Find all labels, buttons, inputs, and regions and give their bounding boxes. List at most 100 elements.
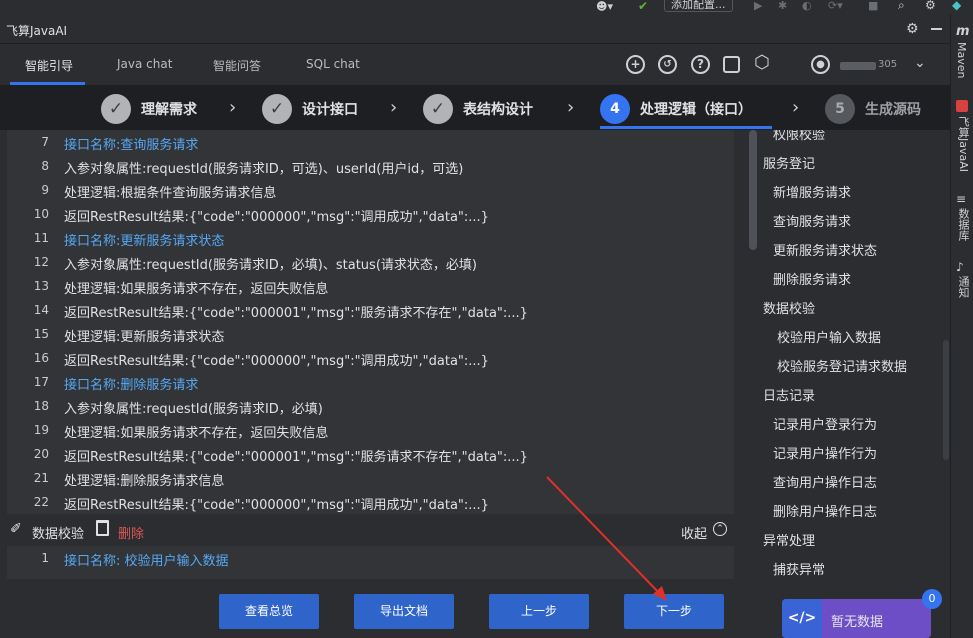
history-icon[interactable]: ↺ [658, 55, 677, 74]
outline-item[interactable]: 查询用户操作日志 [773, 472, 877, 491]
interface-name-line: 接口名称:删除服务请求 [64, 378, 199, 393]
view-overview-button[interactable]: 查看总览 [219, 594, 319, 629]
tab-smart-qa[interactable]: 智能问答 [213, 57, 261, 74]
collapse-link[interactable]: 收起 [681, 523, 707, 542]
line-number: 17 [33, 375, 49, 389]
outline-group[interactable]: 服务登记 [763, 153, 815, 172]
code-line[interactable]: 7 接口名称:查询服务请求 [7, 130, 734, 154]
run-icon[interactable]: ▶ [754, 0, 762, 12]
outline-group[interactable]: 数据校验 [763, 298, 815, 317]
tab-sql-chat[interactable]: SQL chat [306, 57, 360, 71]
maven-icon[interactable]: m [956, 24, 970, 39]
tab-java-chat[interactable]: Java chat [117, 57, 172, 71]
debug-icon[interactable]: ✱ [778, 0, 787, 12]
username-suffix: 305 [878, 59, 898, 70]
help-icon[interactable]: ? [691, 55, 710, 74]
step-1-label[interactable]: 理解需求 [141, 99, 197, 119]
run-config-dropdown[interactable]: 添加配置... [664, 0, 733, 12]
notification-tool-tab[interactable]: 通知 [955, 276, 971, 298]
active-tab-indicator [10, 82, 85, 85]
code-line[interactable]: 13 处理逻辑:如果服务请求不存在，返回失败信息 [7, 274, 734, 298]
data-validate-link[interactable]: 数据校验 [32, 523, 84, 542]
code-line[interactable]: 16 返回RestResult结果:{"code":"000000","msg":… [7, 346, 734, 370]
code-line[interactable]: 12 入参对象属性:requestId(服务请求ID，必填)、status(请求状… [7, 250, 734, 274]
code-line[interactable]: 18 入参对象属性:requestId(服务请求ID，必填) [7, 394, 734, 418]
no-data-widget[interactable]: </> 暂无数据 [782, 599, 931, 638]
export-document-button[interactable]: 导出文档 [354, 594, 454, 629]
step-1-check-icon: ✓ [101, 94, 131, 124]
chevron-right-icon: › [229, 97, 237, 118]
search-icon[interactable]: ⌕ [898, 0, 905, 13]
window-title: 飞算JavaAI [6, 24, 68, 38]
collapse-up-icon[interactable]: ⌃ [713, 522, 727, 536]
outline-item[interactable]: 记录用户操作行为 [773, 443, 877, 462]
tab-smart-guide[interactable]: 智能引导 [25, 57, 73, 74]
step-2-label[interactable]: 设计接口 [302, 99, 358, 119]
more-run-icon[interactable]: ⟳▾ [828, 0, 843, 12]
line-number: 12 [33, 255, 49, 269]
interface-name-line: 接口名称: 校验用户输入数据 [64, 554, 229, 569]
code-icon: </> [782, 599, 822, 638]
outline-item[interactable]: 记录用户登录行为 [773, 414, 877, 433]
outline-item[interactable]: 校验用户输入数据 [777, 327, 881, 346]
outline-item[interactable]: 删除用户操作日志 [773, 501, 877, 520]
code-line[interactable]: 8 入参对象属性:requestId(服务请求ID，可选)、userId(用户id… [7, 154, 734, 178]
code-line[interactable]: 15 处理逻辑:更新服务请求状态 [7, 322, 734, 346]
chevron-down-icon[interactable]: ⌄ [914, 55, 926, 71]
stop-icon[interactable]: ■ [868, 0, 878, 12]
gear-icon[interactable]: ⚙ [906, 21, 919, 37]
code-line[interactable]: 17 接口名称:删除服务请求 [7, 370, 734, 394]
tabs-bar: 智能引导 Java chat 智能问答 SQL chat + ↺ ? ⬡ ● 3… [0, 44, 950, 86]
code-text: 处理逻辑:如果服务请求不存在，返回失败信息 [64, 282, 329, 297]
sidebar-scrollbar[interactable] [749, 130, 757, 250]
outline-item[interactable]: 权限校验 [773, 130, 825, 143]
line-number: 22 [33, 495, 49, 509]
outline-group[interactable]: 异常处理 [763, 530, 815, 549]
edit-icon[interactable] [723, 56, 740, 73]
code-line[interactable]: 10 返回RestResult结果:{"code":"000000","msg":… [7, 202, 734, 226]
outline-group[interactable]: 日志记录 [763, 385, 815, 404]
outline-item[interactable]: 校验服务登记请求数据 [777, 356, 907, 375]
coverage-icon[interactable]: ◐ [802, 0, 812, 12]
chevron-right-icon: › [792, 97, 800, 118]
maven-tool-tab[interactable]: Maven [955, 42, 968, 78]
minimize-icon[interactable] [931, 28, 942, 30]
code-text: 返回RestResult结果:{"code":"000000","msg":"调… [64, 354, 489, 369]
panel-scrollbar[interactable] [943, 340, 949, 460]
delete-link[interactable]: 删除 [118, 523, 144, 542]
right-tool-strip: m Maven 飞算JavaAI ≡ 数据库 ♪ 通知 [950, 14, 973, 638]
step-2-check-icon: ✓ [262, 94, 292, 124]
chevron-right-icon: › [567, 97, 575, 118]
outline-item[interactable]: 新增服务请求 [773, 182, 851, 201]
code-text: 入参对象属性:requestId(服务请求ID，可选)、userId(用户id，… [64, 162, 464, 177]
plugin-icon[interactable]: ◆ [952, 0, 961, 12]
avatar[interactable]: ● [811, 55, 830, 74]
step-4-label[interactable]: 处理逻辑（接口） [640, 99, 752, 119]
database-tool-tab[interactable]: 数据库 [955, 208, 971, 241]
add-icon[interactable]: + [626, 55, 645, 74]
code-text: 处理逻辑:如果服务请求不存在，返回失败信息 [64, 426, 329, 441]
code-line[interactable]: 14 返回RestResult结果:{"code":"000001","msg":… [7, 298, 734, 322]
outline-item[interactable]: 更新服务请求状态 [773, 240, 877, 259]
javaai-tool-tab[interactable]: 飞算JavaAI [955, 116, 971, 172]
outline-item[interactable]: 捕获异常 [773, 559, 825, 578]
outline-item[interactable]: 查询服务请求 [773, 211, 851, 230]
code-line[interactable]: 20 返回RestResult结果:{"code":"000001","msg":… [7, 442, 734, 466]
line-number: 15 [33, 327, 49, 341]
user-menu-icon[interactable]: ☻▾ [596, 0, 613, 13]
step-5-label[interactable]: 生成源码 [865, 99, 921, 119]
settings-icon[interactable]: ⚙ [925, 0, 936, 12]
code-text: 返回RestResult结果:{"code":"000000","msg":"调… [64, 498, 489, 513]
hexagon-settings-icon[interactable]: ⬡ [754, 52, 770, 73]
code-line[interactable]: 19 处理逻辑:如果服务请求不存在，返回失败信息 [7, 418, 734, 442]
hammer-icon[interactable]: ✔ [638, 0, 648, 13]
trash-icon[interactable] [96, 520, 109, 536]
code-line[interactable]: 11 接口名称:更新服务请求状态 [7, 226, 734, 250]
code-line[interactable]: 9 处理逻辑:根据条件查询服务请求信息 [7, 178, 734, 202]
line-number: 18 [33, 399, 49, 413]
logic-code-editor[interactable]: 7 接口名称:查询服务请求 8 入参对象属性:requestId(服务请求ID，可选)… [7, 130, 734, 514]
username-blurred [840, 62, 876, 70]
line-number: 10 [33, 207, 49, 221]
step-3-label[interactable]: 表结构设计 [463, 99, 533, 119]
outline-item[interactable]: 删除服务请求 [773, 269, 851, 288]
